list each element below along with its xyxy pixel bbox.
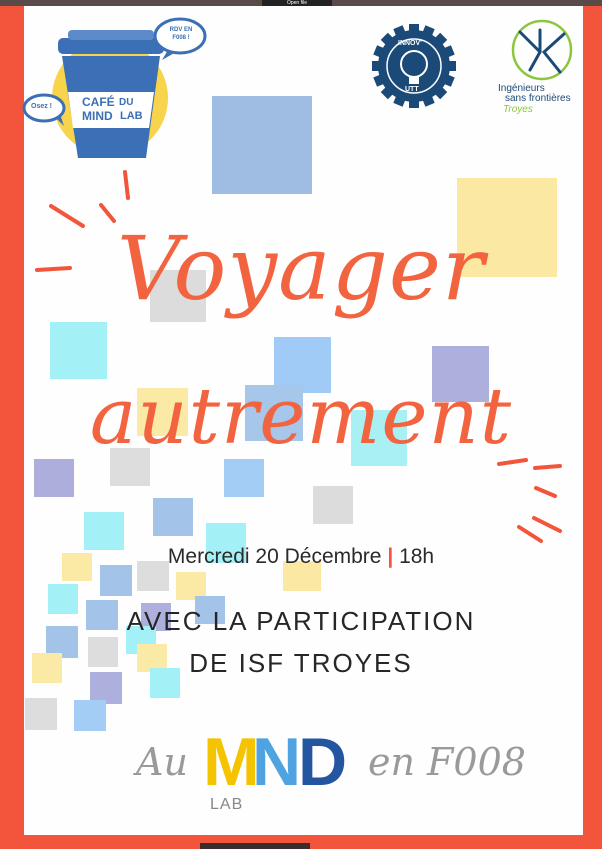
isf-line-2: sans frontières <box>505 93 571 104</box>
isf-star-icon <box>511 19 573 81</box>
isf-line-3: Troyes <box>503 104 533 115</box>
